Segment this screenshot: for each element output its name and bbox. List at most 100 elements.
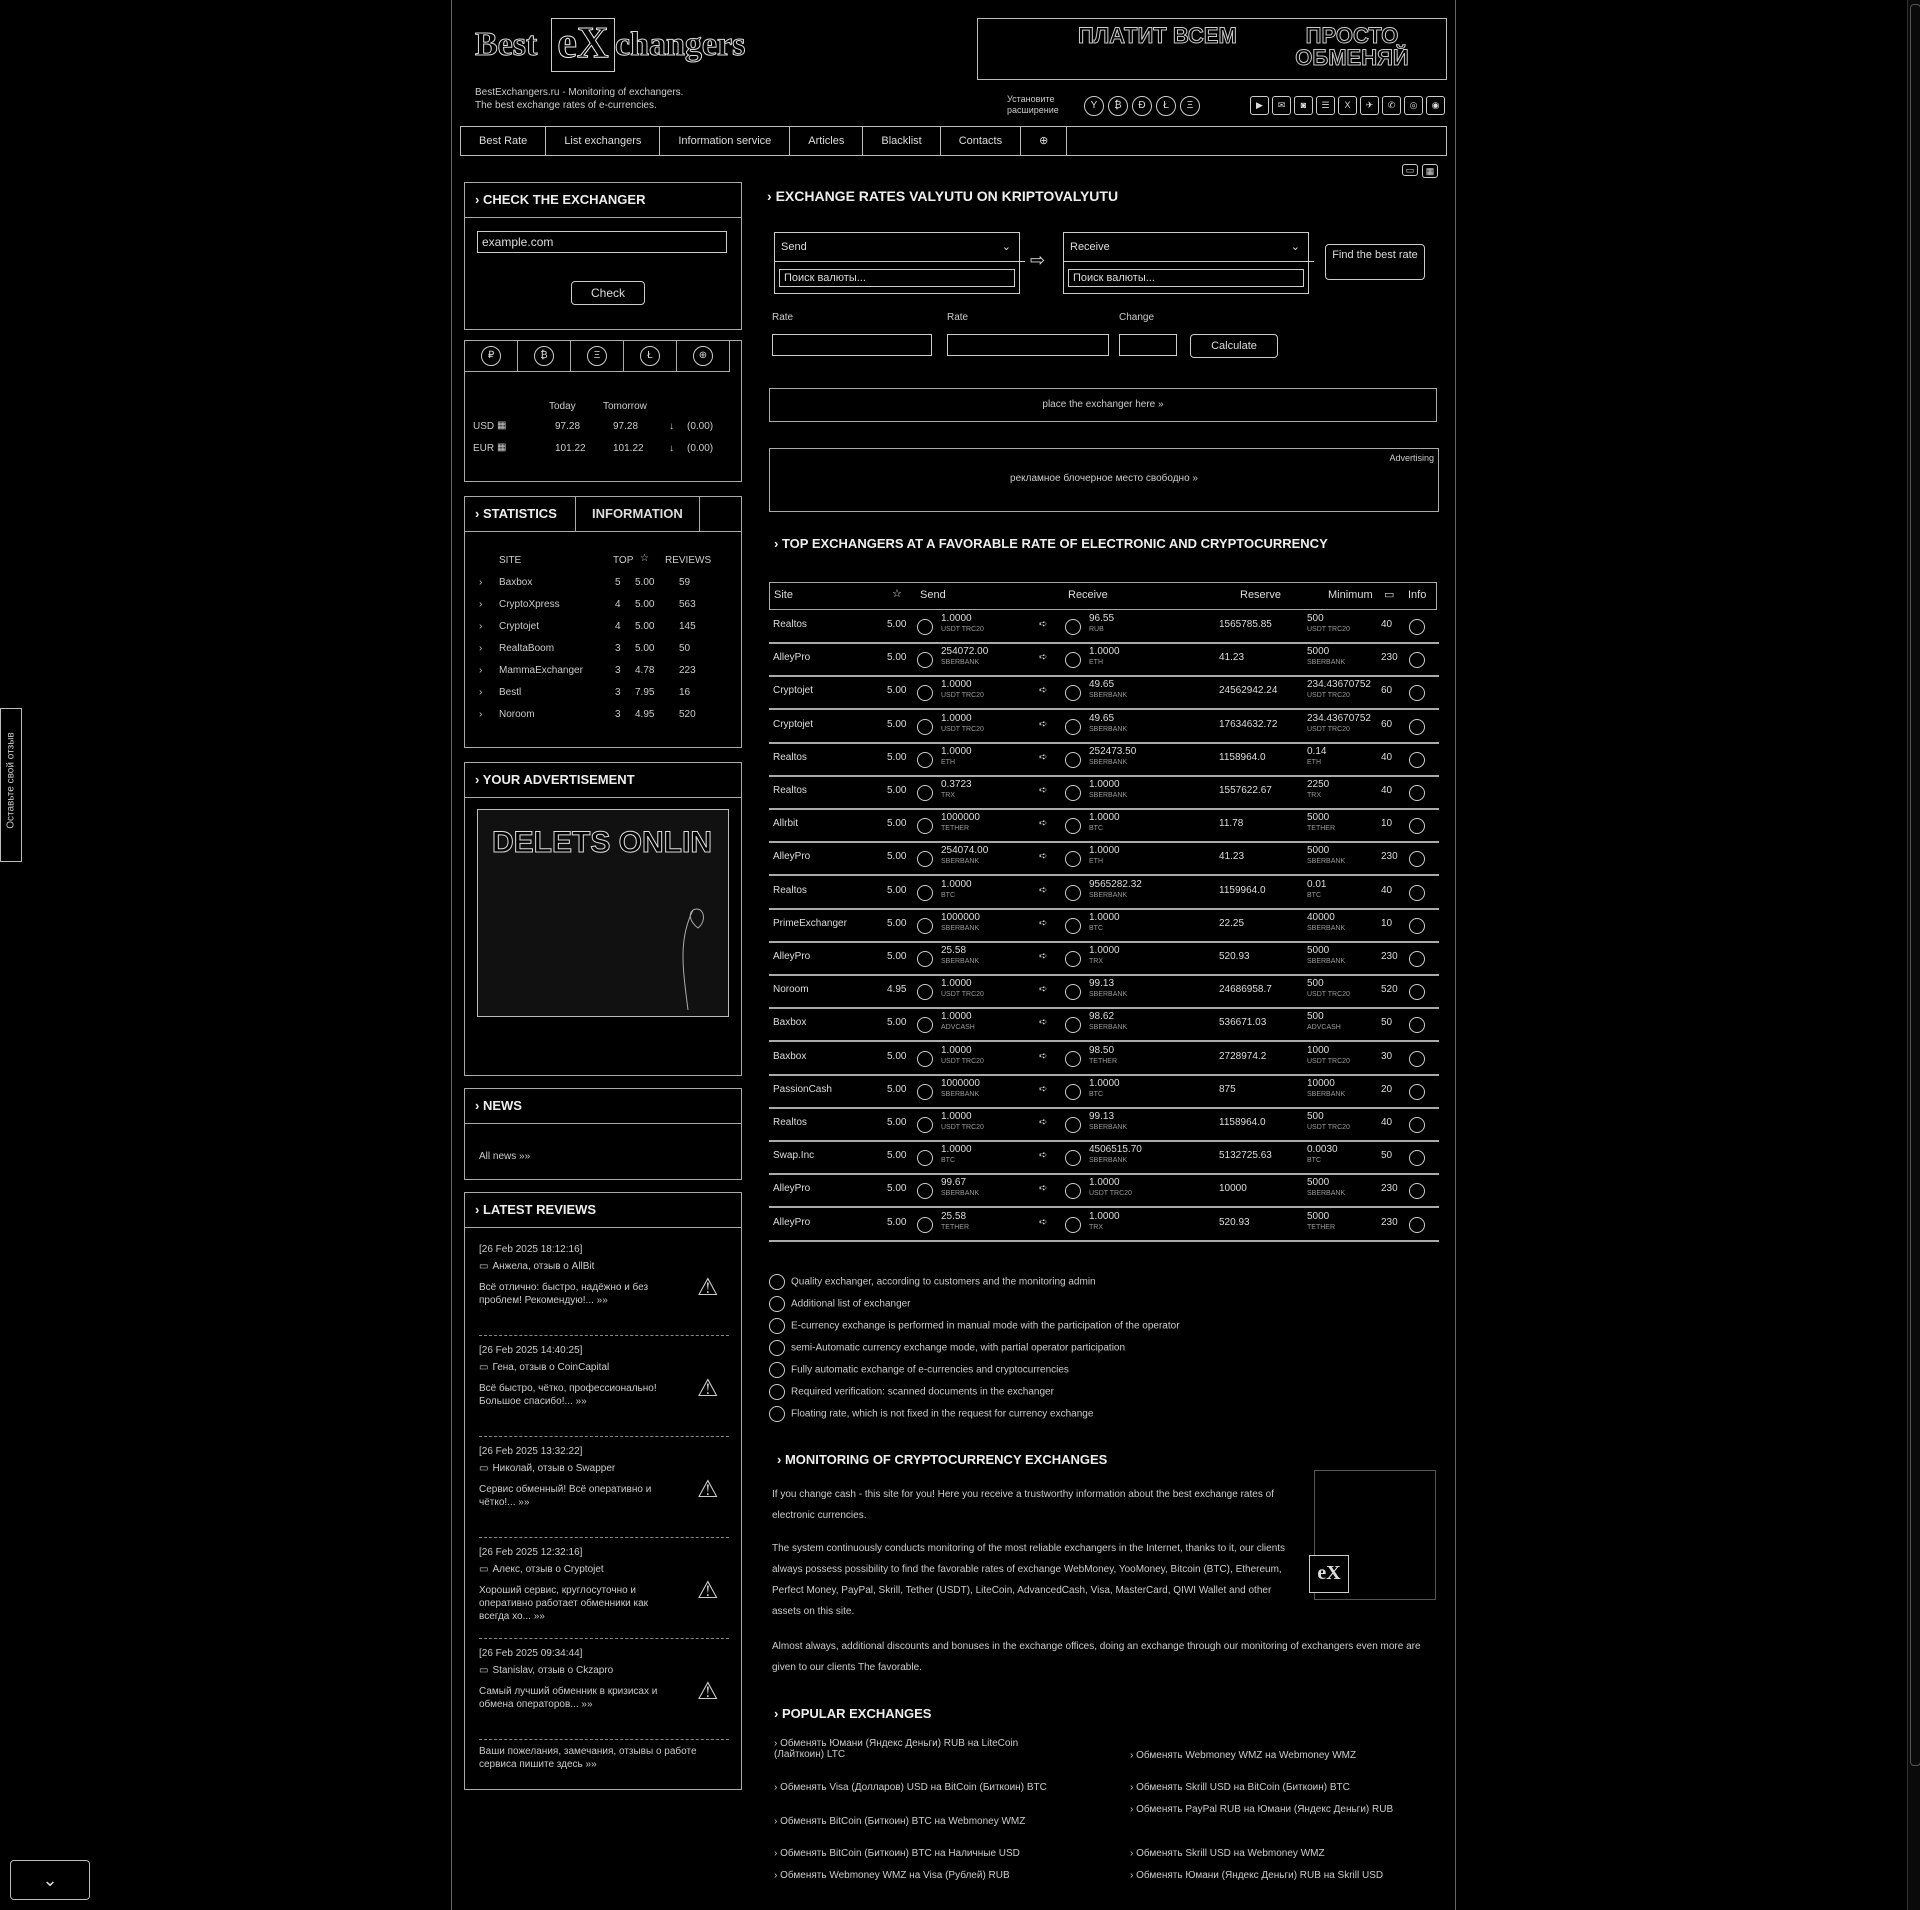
stat-row[interactable]: › Cryptojet 4 5.00 145 [479, 621, 729, 643]
table-row[interactable]: PrimeExchanger 5.00 1000000 SBERBANK ➪ 1.0000… [769, 909, 1439, 943]
stat-row[interactable]: › Noroom 3 4.95 520 [479, 709, 729, 731]
send-search-input[interactable]: Поиск валюты... [779, 269, 1015, 287]
review-item[interactable]: [26 Feb 2025 18:12:16] ▭ Анжела, отзыв о A… [479, 1243, 729, 1336]
social-icon-1[interactable]: ✉ [1272, 96, 1291, 115]
info-icon[interactable] [1409, 917, 1425, 934]
table-row[interactable]: AlleyPro 5.00 25.58 TETHER ➪ 1.0000 TRX 520.93 5… [769, 1208, 1439, 1242]
popular-link[interactable]: Обменять Visa (Долларов) USD на BitCoin … [774, 1782, 1047, 1793]
popular-link[interactable]: Обменять Юмани (Яндекс Деньги) RUB на Sk… [1130, 1870, 1383, 1881]
table-row[interactable]: Realtos 5.00 1.0000 USDT TRC20 ➪ 99.13 SBERBAN… [769, 1108, 1439, 1142]
row-site[interactable]: Realtos [773, 752, 807, 763]
row-reviews[interactable]: 20 [1381, 1084, 1392, 1095]
change-input[interactable] [1119, 334, 1177, 356]
info-icon[interactable] [1409, 652, 1425, 669]
row-reviews[interactable]: 230 [1381, 1183, 1398, 1194]
th-site[interactable]: Site [774, 589, 793, 601]
row-site[interactable]: AlleyPro [773, 951, 810, 962]
calendar-icon[interactable]: ▦ [497, 442, 506, 453]
row-site[interactable]: AlleyPro [773, 1217, 810, 1228]
nav-item-5[interactable]: Contacts [941, 127, 1022, 155]
table-row[interactable]: Cryptojet 5.00 1.0000 USDT TRC20 ➪ 49.65 SBERB… [769, 710, 1439, 744]
row-site[interactable]: AlleyPro [773, 851, 810, 862]
row-reviews[interactable]: 50 [1381, 1017, 1392, 1028]
row-reviews[interactable]: 230 [1381, 652, 1398, 663]
stat-row[interactable]: › Bestl 3 7.95 16 [479, 687, 729, 709]
row-site[interactable]: Cryptojet [773, 719, 813, 730]
stat-row[interactable]: › RealtaBoom 3 5.00 50 [479, 643, 729, 665]
row-site[interactable]: PassionCash [773, 1084, 832, 1095]
info-icon[interactable] [1409, 718, 1425, 735]
table-row[interactable]: Baxbox 5.00 1.0000 ADVCASH ➪ 98.62 SBERBANK 536… [769, 1008, 1439, 1043]
rate-input-2[interactable] [947, 334, 1109, 356]
row-site[interactable]: Realtos [773, 885, 807, 896]
reviews-footer-link[interactable]: Ваши пожелания, замечания, отзывы о рабо… [479, 1745, 729, 1771]
table-row[interactable]: Realtos 5.00 1.0000 ETH ➪ 252473.50 SBERBANK 11… [769, 743, 1439, 777]
review-item[interactable]: [26 Feb 2025 12:32:16] ▭ Алекс, отзыв о Cr… [479, 1546, 729, 1639]
th-reserve[interactable]: Reserve [1240, 589, 1281, 601]
site-logo[interactable]: Best eX changers [474, 18, 795, 73]
row-reviews[interactable]: 50 [1381, 1150, 1392, 1161]
info-icon[interactable] [1409, 619, 1425, 635]
star-icon[interactable]: ☆ [892, 587, 902, 600]
info-icon[interactable] [1409, 1216, 1425, 1233]
grid-view-icon[interactable]: ▦ [1422, 164, 1438, 178]
calendar-icon[interactable]: ▦ [497, 420, 506, 431]
info-icon[interactable] [1409, 818, 1425, 835]
popular-link[interactable]: Обменять BitCoin (Биткоин) BTC на Наличн… [774, 1848, 1020, 1859]
nav-item-1[interactable]: List exchangers [546, 127, 661, 155]
review-item[interactable]: [26 Feb 2025 09:34:44] ▭ Stanislav, отзыв … [479, 1647, 729, 1740]
review-item[interactable]: [26 Feb 2025 13:32:22] ▭ Николай, отзыв о … [479, 1445, 729, 1538]
info-icon[interactable] [1409, 751, 1425, 768]
info-icon[interactable] [1409, 785, 1425, 801]
info-icon[interactable] [1409, 1017, 1425, 1034]
table-row[interactable]: Realtos 5.00 1.0000 BTC ➪ 9565282.32 SBERBANK 1… [769, 876, 1439, 910]
currency-tab-1[interactable]: ₿ [518, 341, 571, 372]
currency-tab-0[interactable]: ₽ [465, 341, 518, 372]
row-site[interactable]: Realtos [773, 785, 807, 796]
info-icon[interactable] [1409, 851, 1425, 868]
popular-link[interactable]: Обменять Юмани (Яндекс Деньги) RUB на Li… [774, 1738, 1064, 1760]
top-banner[interactable]: ПЛАТИТ ВСЕМ ПРОСТО ОБМЕНЯЙ [977, 18, 1447, 80]
row-reviews[interactable]: 60 [1381, 685, 1392, 696]
social-icon-0[interactable]: ▶ [1250, 96, 1269, 115]
info-icon[interactable] [1409, 685, 1425, 702]
table-row[interactable]: Allrbit 5.00 1000000 TETHER ➪ 1.0000 BTC 11.78 5… [769, 809, 1439, 844]
th-send[interactable]: Send [920, 589, 946, 601]
vertical-scrollbar[interactable] [1907, 0, 1920, 1910]
stat-row[interactable]: › CryptoXpress 4 5.00 563 [479, 599, 729, 621]
find-best-rate-button[interactable]: Find the best rate [1325, 244, 1425, 280]
social-icon-7[interactable]: ◎ [1404, 96, 1423, 115]
row-reviews[interactable]: 230 [1381, 951, 1398, 962]
table-row[interactable]: AlleyPro 5.00 25.58 SBERBANK ➪ 1.0000 TRX 520.9… [769, 942, 1439, 976]
row-reviews[interactable]: 10 [1381, 918, 1392, 929]
row-reviews[interactable]: 230 [1381, 851, 1398, 862]
popular-link[interactable]: Обменять Webmoney WMZ на Webmoney WMZ [1130, 1750, 1356, 1761]
row-site[interactable]: Realtos [773, 1117, 807, 1128]
row-reviews[interactable]: 40 [1381, 619, 1392, 630]
receive-search-input[interactable]: Поиск валюты... [1068, 269, 1304, 287]
info-icon[interactable] [1409, 884, 1425, 901]
info-icon[interactable] [1409, 984, 1425, 1001]
row-site[interactable]: PrimeExchanger [773, 918, 847, 929]
th-minimum[interactable]: Minimum [1328, 589, 1373, 601]
table-row[interactable]: AlleyPro 5.00 99.67 SBERBANK ➪ 1.0000 USDT TRC… [769, 1174, 1439, 1209]
row-reviews[interactable]: 40 [1381, 752, 1392, 763]
row-site[interactable]: Baxbox [773, 1017, 806, 1028]
row-reviews[interactable]: 40 [1381, 785, 1392, 796]
row-site[interactable]: AlleyPro [773, 1183, 810, 1194]
popular-link[interactable]: Обменять BitCoin (Биткоин) BTC на Webmon… [774, 1816, 1025, 1827]
popular-link[interactable]: Обменять Skrill USD на Webmoney WMZ [1130, 1848, 1324, 1859]
extension-icon-0[interactable]: Y [1084, 96, 1104, 116]
nav-item-2[interactable]: Information service [660, 127, 791, 155]
currency-tab-2[interactable]: Ξ [571, 341, 624, 372]
extension-icon-3[interactable]: Ł [1156, 96, 1176, 116]
info-icon[interactable] [1409, 1150, 1425, 1167]
info-icon[interactable] [1409, 1117, 1425, 1133]
advertising-block[interactable]: Advertising рекламное блочерное место св… [769, 448, 1439, 512]
tab-information[interactable]: Information [576, 497, 700, 531]
table-row[interactable]: Realtos 5.00 1.0000 USDT TRC20 ➪ 96.55 RUB 1565… [769, 610, 1439, 644]
check-button[interactable]: Check [571, 281, 645, 305]
extension-icon-1[interactable]: ₿ [1108, 96, 1128, 116]
feedback-side-tab[interactable]: Оставьте свой отзыв [0, 708, 22, 862]
row-reviews[interactable]: 60 [1381, 719, 1392, 730]
